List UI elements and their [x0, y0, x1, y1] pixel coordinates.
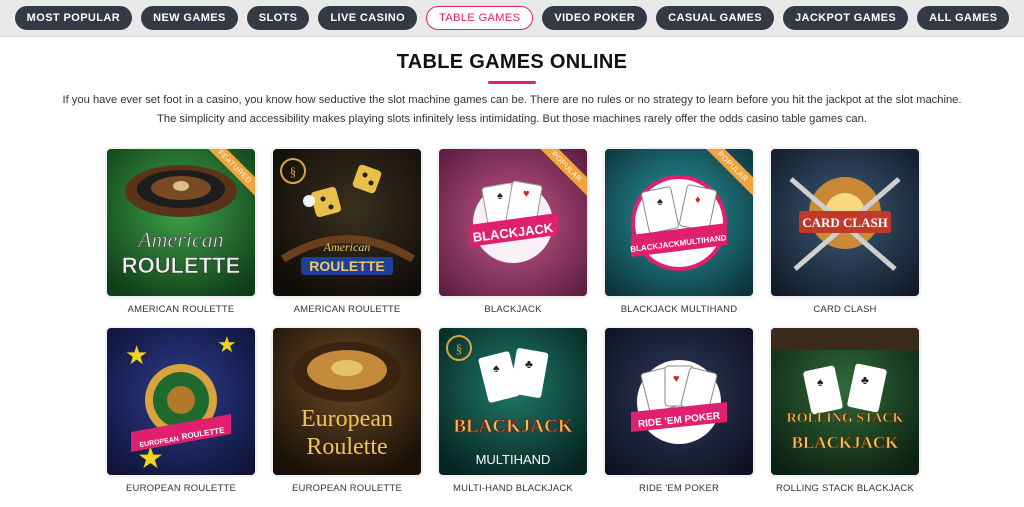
svg-text:§: §: [290, 164, 297, 179]
game-title[interactable]: EUROPEAN ROULETTE: [273, 483, 421, 494]
game-title[interactable]: EUROPEAN ROULETTE: [107, 483, 255, 494]
title-underline: [488, 81, 536, 84]
nav-casual-games[interactable]: CASUAL GAMES: [656, 6, 774, 30]
svg-text:MULTIHAND: MULTIHAND: [476, 452, 551, 467]
svg-text:★: ★: [217, 332, 237, 357]
ride-em-poker-art: ♥ RIDE 'EM POKER: [605, 328, 753, 475]
game-card[interactable]: ♥ RIDE 'EM POKER RIDE 'EM POKER: [605, 328, 753, 507]
svg-text:Roulette: Roulette: [306, 434, 387, 460]
game-title[interactable]: AMERICAN ROULETTE: [273, 304, 421, 315]
game-thumbnail[interactable]: ♠ ♥ BLACKJACK POPULAR: [439, 149, 587, 296]
game-card[interactable]: ★ ★ ★ EUROPEAN ROULETTE EUROPEAN ROULETT…: [107, 328, 255, 507]
game-thumbnail[interactable]: ♠ ♣ ROLLING STACK BLACKJACK: [771, 328, 919, 475]
game-title[interactable]: BLACKJACK: [439, 304, 587, 315]
popular-badge: POPULAR: [527, 149, 587, 209]
rolling-stack-art: ♠ ♣ ROLLING STACK BLACKJACK: [771, 328, 919, 475]
game-card[interactable]: European Roulette EUROPEAN ROULETTE: [273, 328, 421, 507]
svg-text:ROULETTE: ROULETTE: [122, 253, 241, 278]
intro-text: If you have ever set foot in a casino, y…: [62, 94, 962, 125]
svg-text:♠: ♠: [493, 361, 500, 375]
game-card[interactable]: § American ROULETTE AMERICAN ROULETTE: [273, 149, 421, 328]
svg-text:♥: ♥: [673, 373, 680, 385]
card-clash-art: CARD CLASH: [771, 149, 919, 296]
svg-text:♣: ♣: [525, 357, 533, 371]
nav-video-poker[interactable]: VIDEO POKER: [542, 6, 648, 30]
european-roulette-art: ★ ★ ★ EUROPEAN ROULETTE: [107, 328, 255, 475]
game-title[interactable]: CARD CLASH: [771, 304, 919, 315]
game-thumbnail[interactable]: § ♠ ♣ BLACKJACK MULTIHAND: [439, 328, 587, 475]
category-nav: MOST POPULAR NEW GAMES SLOTS LIVE CASINO…: [0, 0, 1024, 37]
nav-new-games[interactable]: NEW GAMES: [141, 6, 238, 30]
game-card[interactable]: § ♠ ♣ BLACKJACK MULTIHAND MULTI-HAND BLA…: [439, 328, 587, 507]
svg-text:§: §: [456, 341, 463, 356]
game-grid: American ROULETTE FEATURED AMERICAN ROUL…: [107, 149, 919, 507]
game-thumbnail[interactable]: European Roulette: [273, 328, 421, 475]
game-title[interactable]: MULTI-HAND BLACKJACK: [439, 483, 587, 494]
svg-text:★: ★: [125, 340, 148, 370]
game-card[interactable]: American ROULETTE FEATURED AMERICAN ROUL…: [107, 149, 255, 328]
nav-table-games[interactable]: TABLE GAMES: [426, 6, 534, 30]
game-thumbnail[interactable]: ♥ RIDE 'EM POKER: [605, 328, 753, 475]
game-thumbnail[interactable]: ★ ★ ★ EUROPEAN ROULETTE: [107, 328, 255, 475]
game-title[interactable]: ROLLING STACK BLACKJACK: [771, 483, 919, 494]
game-card[interactable]: ♠ ♥ BLACKJACK POPULAR BLACKJACK: [439, 149, 587, 328]
svg-text:ROULETTE: ROULETTE: [309, 258, 384, 274]
svg-text:American: American: [136, 227, 224, 252]
svg-text:♠: ♠: [497, 190, 503, 202]
nav-live-casino[interactable]: LIVE CASINO: [318, 6, 418, 30]
game-card[interactable]: ♠ ♦ BLACKJACK MULTIHAND POPULAR BLACKJAC…: [605, 149, 753, 328]
game-title[interactable]: AMERICAN ROULETTE: [107, 304, 255, 315]
game-title[interactable]: BLACKJACK MULTIHAND: [605, 304, 753, 315]
game-thumbnail[interactable]: CARD CLASH: [771, 149, 919, 296]
nav-all-games[interactable]: ALL GAMES: [917, 6, 1010, 30]
nav-most-popular[interactable]: MOST POPULAR: [14, 6, 133, 30]
popular-badge: POPULAR: [693, 149, 753, 209]
multihand-blackjack-art: § ♠ ♣ BLACKJACK MULTIHAND: [439, 328, 587, 475]
svg-text:BLACKJACK: BLACKJACK: [453, 416, 573, 437]
game-thumbnail[interactable]: § American ROULETTE: [273, 149, 421, 296]
roulette-art: § American ROULETTE: [273, 149, 421, 296]
svg-text:ROLLING STACK: ROLLING STACK: [787, 411, 904, 426]
game-title[interactable]: RIDE 'EM POKER: [605, 483, 753, 494]
svg-text:American: American: [323, 240, 371, 254]
nav-jackpot-games[interactable]: JACKPOT GAMES: [782, 6, 909, 30]
svg-text:CARD CLASH: CARD CLASH: [802, 215, 888, 230]
game-thumbnail[interactable]: American ROULETTE FEATURED: [107, 149, 255, 296]
svg-text:♣: ♣: [861, 373, 869, 387]
featured-badge: FEATURED: [195, 149, 255, 209]
game-card[interactable]: CARD CLASH CARD CLASH: [771, 149, 919, 328]
svg-text:♠: ♠: [657, 196, 663, 208]
svg-text:♠: ♠: [817, 375, 824, 389]
game-card[interactable]: ♠ ♣ ROLLING STACK BLACKJACK ROLLING STAC…: [771, 328, 919, 507]
svg-text:BLACKJACK: BLACKJACK: [792, 433, 900, 452]
european-roulette-art: European Roulette: [273, 328, 421, 475]
nav-slots[interactable]: SLOTS: [246, 6, 310, 30]
page-title: TABLE GAMES ONLINE: [396, 51, 628, 73]
game-thumbnail[interactable]: ♠ ♦ BLACKJACK MULTIHAND POPULAR: [605, 149, 753, 296]
svg-text:European: European: [301, 406, 393, 432]
